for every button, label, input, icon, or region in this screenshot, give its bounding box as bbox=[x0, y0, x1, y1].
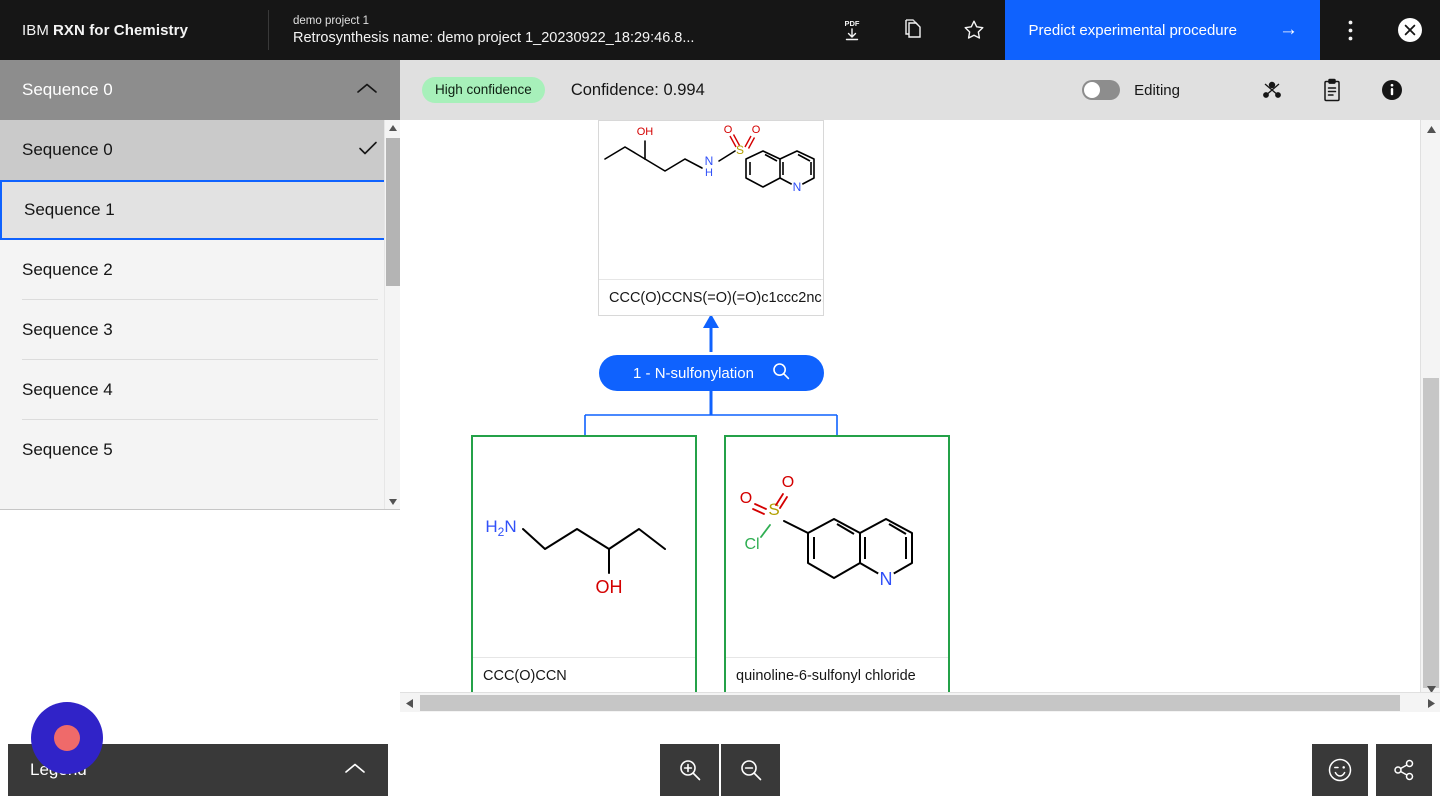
svg-text:H2N: H2N bbox=[485, 517, 516, 539]
check-icon bbox=[358, 140, 378, 161]
editing-toggle[interactable] bbox=[1082, 80, 1121, 100]
scroll-right-arrow-icon[interactable] bbox=[1422, 693, 1440, 713]
retrosynthesis-title: Retrosynthesis name: demo project 1_2023… bbox=[293, 29, 695, 46]
precursor-1-caption: CCC(O)CCN bbox=[473, 657, 695, 693]
info-filled-icon[interactable] bbox=[1362, 60, 1422, 120]
predict-experimental-procedure-button[interactable]: Predict experimental procedure → bbox=[1004, 0, 1320, 60]
confidence-badge: High confidence bbox=[422, 77, 545, 103]
zoom-in-button[interactable] bbox=[660, 744, 719, 796]
product-structure-image: OH N H S O O N bbox=[599, 121, 823, 279]
toggle-knob bbox=[1084, 82, 1101, 98]
svg-text:Cl: Cl bbox=[744, 536, 759, 553]
precursor-2-structure-image: S O O Cl N bbox=[726, 437, 948, 657]
pdf-download-icon[interactable]: PDF bbox=[822, 0, 883, 60]
brand-prefix: IBM bbox=[22, 21, 49, 39]
predict-button-label: Predict experimental procedure bbox=[1028, 21, 1237, 39]
reaction-tree: OH N H S O O N CCC(O)CCNS(=O)(=O)c1ccc2n… bbox=[400, 120, 1440, 698]
sequence-option-1[interactable]: Sequence 1 bbox=[0, 180, 400, 240]
brand-logo[interactable]: IBM RXN for Chemistry bbox=[0, 0, 268, 60]
product-smiles-caption: CCC(O)CCNS(=O)(=O)c1ccc2nc... bbox=[599, 279, 823, 315]
chevron-up-icon[interactable] bbox=[344, 760, 366, 780]
svg-text:O: O bbox=[740, 490, 752, 507]
svg-text:N: N bbox=[793, 180, 802, 194]
reaction-step-label: 1 - N-sulfonylation bbox=[633, 364, 754, 382]
sequence-option-0-label: Sequence 0 bbox=[22, 140, 113, 159]
sequence-option-5-label: Sequence 5 bbox=[22, 440, 113, 459]
svg-text:PDF: PDF bbox=[845, 19, 860, 28]
magnifier-icon[interactable] bbox=[772, 362, 790, 384]
wink-face-icon[interactable] bbox=[1312, 744, 1368, 796]
cursor-click-indicator bbox=[31, 702, 103, 774]
sequence-option-2[interactable]: Sequence 2 bbox=[0, 240, 400, 300]
precursor-molecule-card-2[interactable]: S O O Cl N quinoline-6-sulfonyl chloride bbox=[724, 435, 950, 695]
close-icon[interactable] bbox=[1380, 0, 1440, 60]
chevron-up-icon[interactable] bbox=[356, 80, 378, 100]
svg-text:O: O bbox=[782, 474, 794, 491]
editing-label: Editing bbox=[1134, 81, 1180, 99]
scroll-up-arrow-icon[interactable] bbox=[1421, 120, 1440, 138]
svg-text:OH: OH bbox=[596, 577, 623, 597]
bottom-right-actions bbox=[1312, 744, 1432, 796]
sequence-scrollbar-thumb[interactable] bbox=[386, 138, 400, 286]
share-icon[interactable] bbox=[1376, 744, 1432, 796]
canvas-toolbar: High confidence Confidence: 0.994 Editin… bbox=[400, 60, 1440, 120]
sequence-scroll-up-icon[interactable] bbox=[385, 120, 400, 136]
svg-text:O: O bbox=[752, 124, 761, 136]
sequence-option-5[interactable]: Sequence 5 bbox=[0, 420, 400, 480]
star-icon[interactable] bbox=[944, 0, 1005, 60]
graph-nodes-icon[interactable] bbox=[1242, 60, 1302, 120]
sequence-option-0[interactable]: Sequence 0 bbox=[0, 120, 400, 180]
project-info: demo project 1 Retrosynthesis name: demo… bbox=[269, 0, 822, 60]
zoom-out-button[interactable] bbox=[721, 744, 780, 796]
brand-name: RXN for Chemistry bbox=[52, 21, 189, 39]
copy-icon[interactable] bbox=[883, 0, 944, 60]
sequence-option-1-label: Sequence 1 bbox=[24, 200, 115, 219]
product-molecule-card[interactable]: OH N H S O O N CCC(O)CCNS(=O)(=O)c1ccc2n… bbox=[598, 120, 824, 316]
vertical-scrollbar[interactable] bbox=[1420, 120, 1440, 698]
svg-text:H: H bbox=[705, 167, 713, 179]
sequence-options-list[interactable]: Sequence 0 Sequence 1 Sequence 2 Sequenc… bbox=[0, 120, 400, 510]
svg-text:O: O bbox=[724, 124, 733, 136]
sequence-selector-header[interactable]: Sequence 0 bbox=[0, 60, 400, 120]
precursor-molecule-card-1[interactable]: H2N OH CCC(O)CCN bbox=[471, 435, 697, 695]
app-header: IBM RXN for Chemistry demo project 1 Ret… bbox=[0, 0, 1440, 60]
zoom-controls bbox=[660, 744, 780, 796]
toolbar-right-group: Editing bbox=[1082, 60, 1422, 120]
precursor-2-caption: quinoline-6-sulfonyl chloride bbox=[726, 657, 948, 693]
sequence-option-4[interactable]: Sequence 4 bbox=[0, 360, 400, 420]
header-icon-group: PDF bbox=[822, 0, 1005, 60]
horizontal-scrollbar[interactable] bbox=[400, 692, 1440, 712]
sequence-option-2-label: Sequence 2 bbox=[22, 260, 113, 279]
vertical-scrollbar-thumb[interactable] bbox=[1423, 378, 1439, 688]
sequence-option-3[interactable]: Sequence 3 bbox=[0, 300, 400, 360]
clipboard-icon[interactable] bbox=[1302, 60, 1362, 120]
sequence-option-3-label: Sequence 3 bbox=[22, 320, 113, 339]
sequence-list-scrollbar[interactable] bbox=[384, 120, 400, 509]
sequence-selector-value: Sequence 0 bbox=[22, 80, 113, 99]
kebab-menu-icon[interactable] bbox=[1320, 0, 1380, 60]
rxn-retrosynthesis-page: IBM RXN for Chemistry demo project 1 Ret… bbox=[0, 0, 1440, 804]
svg-text:N: N bbox=[880, 569, 893, 589]
confidence-value-text: Confidence: 0.994 bbox=[570, 80, 705, 99]
svg-text:N: N bbox=[705, 154, 714, 168]
sequence-scroll-down-icon[interactable] bbox=[385, 494, 400, 509]
svg-text:OH: OH bbox=[637, 126, 654, 138]
horizontal-scrollbar-thumb[interactable] bbox=[420, 695, 1400, 711]
sequence-selector-panel: Sequence 0 Sequence 0 Sequence 1 Sequenc… bbox=[0, 60, 400, 510]
precursor-1-structure-image: H2N OH bbox=[473, 437, 695, 657]
scroll-left-arrow-icon[interactable] bbox=[400, 693, 418, 713]
arrow-right-icon: → bbox=[1279, 19, 1298, 40]
reaction-step-pill[interactable]: 1 - N-sulfonylation bbox=[599, 355, 824, 391]
project-name: demo project 1 bbox=[293, 14, 370, 27]
retrosynthesis-canvas[interactable]: OH N H S O O N CCC(O)CCNS(=O)(=O)c1ccc2n… bbox=[400, 120, 1440, 698]
sequence-option-4-label: Sequence 4 bbox=[22, 380, 113, 399]
